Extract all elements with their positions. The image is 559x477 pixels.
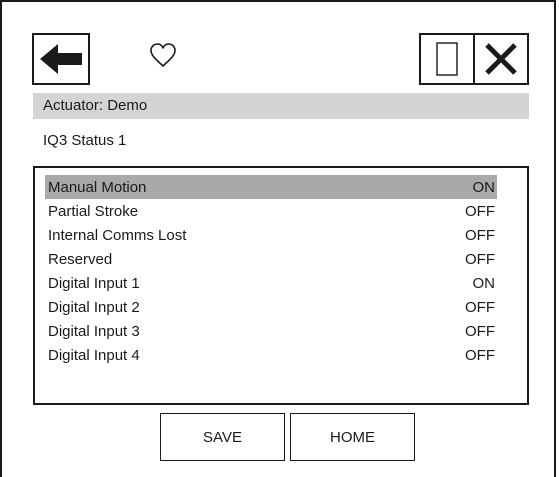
close-button[interactable] — [473, 33, 529, 85]
status-row[interactable]: Reserved OFF — [45, 247, 497, 271]
status-label: Reserved — [48, 250, 113, 268]
status-row[interactable]: Digital Input 1 ON — [45, 271, 497, 295]
status-list: Manual Motion ON Partial Stroke OFF Internal… — [45, 175, 497, 367]
status-value: OFF — [465, 202, 495, 220]
heart-outline-icon[interactable] — [149, 42, 177, 68]
status-row[interactable]: Digital Input 3 OFF — [45, 319, 497, 343]
status-row[interactable]: Manual Motion ON — [45, 175, 497, 199]
status-label: Digital Input 2 — [48, 298, 140, 316]
status-list-panel: Manual Motion ON Partial Stroke OFF Internal… — [33, 166, 529, 405]
status-label: Digital Input 4 — [48, 346, 140, 364]
status-value: OFF — [465, 226, 495, 244]
status-label: Digital Input 1 — [48, 274, 140, 292]
save-button[interactable]: SAVE — [160, 413, 285, 461]
page-title: IQ3 Status 1 — [43, 132, 127, 149]
status-label: Internal Comms Lost — [48, 226, 187, 244]
status-label: Manual Motion — [48, 178, 147, 196]
home-button[interactable]: HOME — [290, 413, 415, 461]
status-row[interactable]: Digital Input 2 OFF — [45, 295, 497, 319]
status-value: ON — [472, 178, 496, 196]
status-label: Digital Input 3 — [48, 322, 140, 340]
status-label: Partial Stroke — [48, 202, 139, 220]
status-value: OFF — [465, 346, 495, 364]
status-row[interactable]: Internal Comms Lost OFF — [45, 223, 497, 247]
blank-square-icon — [436, 42, 458, 76]
close-x-icon — [485, 43, 517, 75]
status-value: OFF — [465, 250, 495, 268]
status-row[interactable]: Digital Input 4 OFF — [45, 343, 497, 367]
back-arrow-icon — [40, 44, 82, 74]
window-square-button[interactable] — [419, 33, 475, 85]
back-button[interactable] — [32, 33, 90, 85]
status-value: ON — [472, 274, 496, 292]
actuator-header: Actuator: Demo — [33, 93, 529, 119]
status-row[interactable]: Partial Stroke OFF — [45, 199, 497, 223]
status-value: OFF — [465, 298, 495, 316]
status-value: OFF — [465, 322, 495, 340]
